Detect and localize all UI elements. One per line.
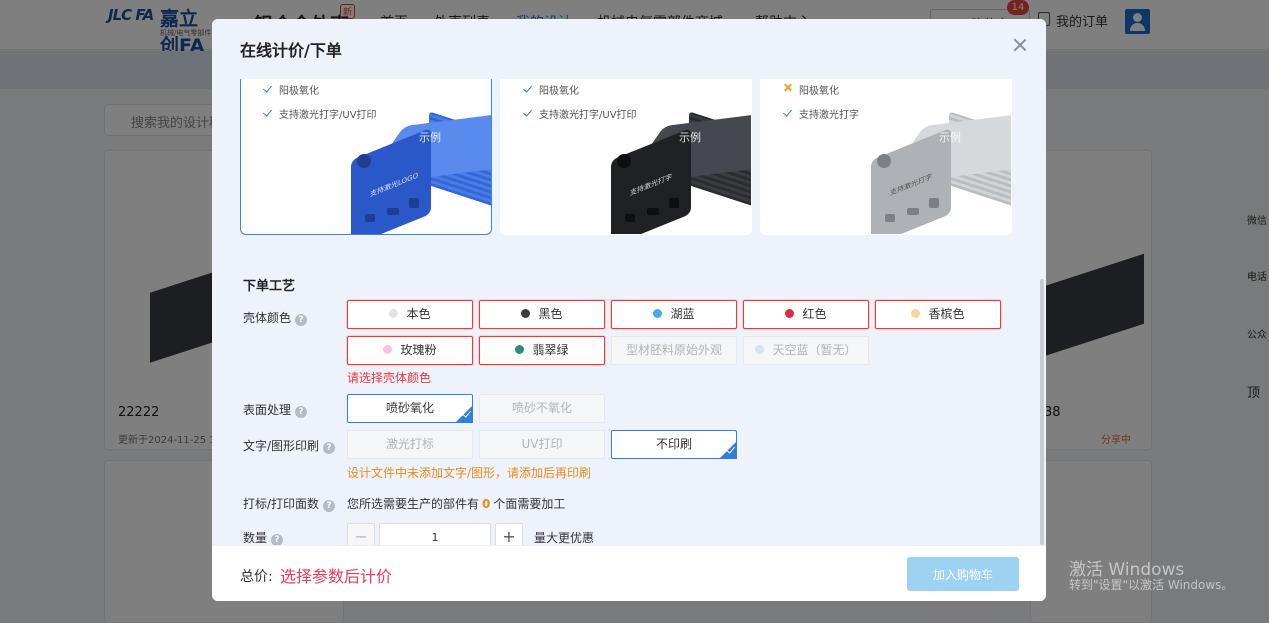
port-icon (907, 208, 919, 215)
color-option-sky-blue[interactable]: 天空蓝（暂无） (743, 336, 869, 365)
swatch-icon (389, 309, 399, 318)
sample-card-black[interactable]: 阳极氧化 支持激光打字/UV打印 支持激光打字 示例 (500, 79, 752, 235)
surface-option-sandblast-only[interactable]: 喷砂不氧化 (479, 394, 605, 423)
color-option-natural[interactable]: 本色 (347, 300, 473, 329)
port-icon (409, 198, 419, 208)
help-icon[interactable]: ? (295, 406, 308, 418)
swatch-icon (911, 309, 921, 318)
sample-card-blue[interactable]: 阳极氧化 支持激光打字/UV打印 支持激光LOGO 示例 (240, 79, 492, 235)
check-icon (523, 84, 533, 94)
total-price-label: 总价: (240, 569, 273, 585)
port-icon (669, 198, 679, 208)
quote-order-modal: 在线计价/下单 阳极氧化 支持激光打字/UV打印 支持激光LOGO 示例 阳极氧… (212, 19, 1046, 601)
faces-count: 0 (482, 497, 491, 511)
modal-header: 在线计价/下单 (212, 19, 1046, 79)
color-option-rose-pink[interactable]: 玫瑰粉 (347, 336, 473, 365)
selected-check-icon (726, 444, 735, 454)
port-icon (877, 154, 891, 168)
port-icon (929, 198, 939, 208)
port-icon (647, 208, 659, 215)
port-icon (387, 208, 399, 215)
color-option-red[interactable]: 红色 (743, 300, 869, 329)
quantity-input[interactable] (379, 523, 491, 545)
surface-label: 表面处理? (243, 401, 308, 418)
close-icon[interactable] (1009, 34, 1031, 56)
sample-label: 示例 (419, 131, 441, 144)
quantity-label: 数量? (243, 529, 284, 545)
sample-feature: 阳极氧化 (799, 86, 839, 97)
section-title: 下单工艺 (243, 279, 296, 294)
print-option-none[interactable]: 不印刷 (611, 430, 737, 459)
sample-feature: 支持激光打字 (799, 110, 859, 121)
faces-info: 您所选需要生产的部件有 0 个面需要加工 (347, 497, 566, 511)
color-error-message: 请选择壳体颜色 (347, 371, 432, 385)
windows-activation-hint: 转到"设置"以激活 Windows。 (1069, 578, 1234, 592)
help-icon[interactable]: ? (295, 314, 308, 326)
sample-label: 示例 (939, 131, 961, 144)
port-icon (617, 154, 631, 168)
cross-icon (783, 83, 793, 93)
help-icon[interactable]: ? (323, 442, 336, 454)
color-option-champagne[interactable]: 香槟色 (875, 300, 1001, 329)
check-icon (783, 108, 793, 118)
surface-option-sandblast-anodize[interactable]: 喷砂氧化 (347, 394, 473, 423)
swatch-icon (521, 309, 531, 318)
modal-body: 阳极氧化 支持激光打字/UV打印 支持激光LOGO 示例 阳极氧化 支持激光打字… (212, 79, 1046, 545)
modal-title: 在线计价/下单 (240, 41, 342, 60)
port-icon (625, 214, 635, 222)
print-option-uv[interactable]: UV打印 (479, 430, 605, 459)
sample-label: 示例 (679, 131, 701, 144)
quantity-increment-button[interactable]: + (495, 523, 523, 545)
swatch-icon (383, 345, 393, 354)
modal-footer: 总价: 选择参数后计价 加入购物车 (212, 545, 1046, 601)
print-label: 文字/图形印刷? (243, 437, 336, 454)
help-icon[interactable]: ? (271, 534, 284, 545)
color-option-lake-blue[interactable]: 湖蓝 (611, 300, 737, 329)
port-icon (365, 214, 375, 222)
swatch-icon (755, 345, 765, 354)
sample-feature: 阳极氧化 (279, 86, 319, 97)
print-warning-message: 设计文件中未添加文字/图形，请添加后再印刷 (347, 466, 592, 480)
port-icon (885, 214, 895, 222)
check-icon (523, 108, 533, 118)
quantity-decrement-button[interactable]: − (347, 523, 375, 545)
check-icon (263, 84, 273, 94)
help-icon[interactable]: ? (323, 500, 336, 512)
faces-label: 打标/打印面数? (243, 495, 336, 512)
color-option-emerald[interactable]: 翡翠绿 (479, 336, 605, 365)
swatch-icon (653, 309, 663, 318)
swatch-icon (785, 309, 795, 318)
print-option-laser[interactable]: 激光打标 (347, 430, 473, 459)
add-to-cart-button[interactable]: 加入购物车 (907, 557, 1019, 591)
total-price-value: 选择参数后计价 (280, 567, 393, 586)
color-option-black[interactable]: 黑色 (479, 300, 605, 329)
color-option-raw[interactable]: 型材胚料原始外观 (611, 336, 737, 365)
selected-check-icon (462, 408, 471, 418)
check-icon (263, 108, 273, 118)
swatch-icon (515, 345, 525, 354)
port-icon (357, 154, 371, 168)
sample-feature: 阳极氧化 (539, 86, 579, 97)
sample-card-silver[interactable]: 阳极氧化 支持激光打字 支持激光打字 示例 (760, 79, 1012, 235)
bulk-discount-tip: 量大更优惠 (534, 531, 595, 545)
scrollbar-thumb[interactable] (1040, 279, 1044, 545)
color-label: 壳体颜色? (243, 309, 308, 326)
